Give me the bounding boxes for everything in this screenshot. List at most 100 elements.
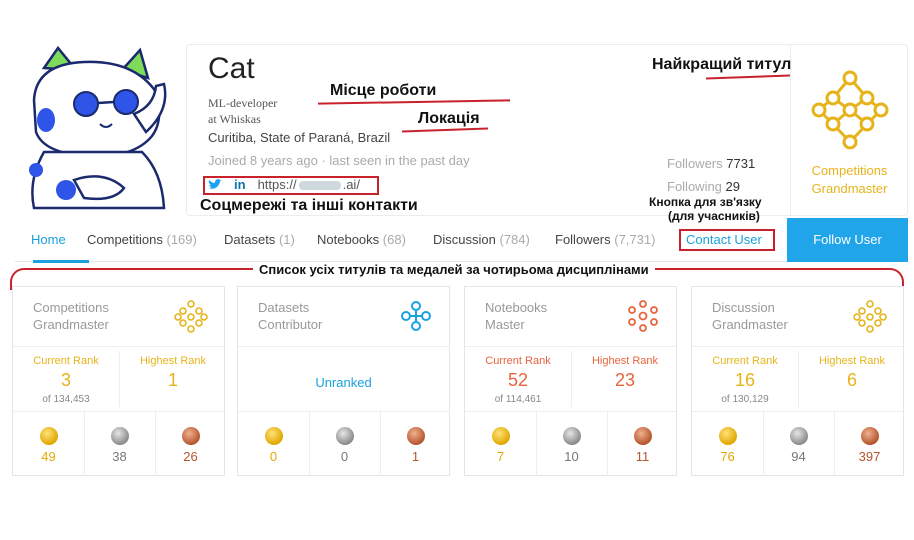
tab-datasets-count: (1): [278, 232, 295, 247]
card-title: Datasets Contributor: [258, 299, 322, 333]
bronze-medal-icon: [633, 427, 652, 445]
card-divider: [238, 346, 449, 347]
card-title-line1: Competitions: [33, 300, 109, 315]
tab-datasets[interactable]: Datasets (1): [224, 232, 295, 247]
tab-discussion-label: Discussion: [433, 232, 496, 247]
highest-rank-label: Highest Rank: [818, 355, 886, 367]
silver-medal-icon: [789, 427, 808, 445]
unranked-label: Unranked: [315, 375, 372, 390]
medal-row: 7 10 11: [465, 412, 676, 476]
tab-followers[interactable]: Followers (7,731): [555, 232, 655, 247]
tab-competitions[interactable]: Competitions (169): [87, 232, 197, 247]
gold-count: 7: [496, 449, 505, 464]
annotation-best-title: Найкращий титул: [652, 56, 792, 73]
bronze-medal-icon: [406, 427, 425, 445]
card-title-line1: Datasets: [258, 300, 310, 315]
joined-info: Joined 8 years ago · last seen in the pa…: [208, 153, 470, 168]
profile-screenshot: Cat ML-developer at Whiskas Curitiba, St…: [0, 0, 914, 540]
silver-medals: 38: [84, 412, 155, 476]
highest-rank: Highest Rank 1: [120, 355, 226, 391]
silver-count: 0: [340, 449, 349, 464]
current-rank: Current Rank 52 of 114,461: [465, 355, 571, 405]
best-title-panel: Competitions Grandmaster: [790, 44, 908, 216]
silver-count: 94: [791, 449, 806, 464]
tab-followers-label: Followers: [555, 232, 611, 247]
annotation-social-box: [203, 176, 379, 195]
current-rank-value: 52: [507, 370, 529, 390]
silver-medal-icon: [562, 427, 581, 445]
tab-home-label: Home: [31, 232, 66, 247]
tab-notebooks[interactable]: Notebooks (68): [317, 232, 406, 247]
highest-rank-label: Highest Rank: [591, 355, 659, 367]
highest-rank-value: 6: [846, 370, 857, 390]
medal-row: 76 94 397: [692, 412, 903, 476]
medal-row: 49 38 26: [13, 412, 224, 476]
annotation-contact-line1: Кнопка для зв'язку: [649, 195, 762, 209]
bronze-count: 1: [411, 449, 420, 464]
card-title-line2: Contributor: [258, 317, 323, 332]
annotation-contact-box: [679, 229, 775, 251]
highest-rank: Highest Rank 6: [799, 355, 905, 391]
card-title-line1: Discussion: [712, 300, 775, 315]
bronze-count: 26: [183, 449, 198, 464]
silver-count: 10: [564, 449, 579, 464]
discussion-card[interactable]: Discussion Grandmaster Current Rank 16 of…: [691, 286, 904, 476]
current-rank: Current Rank 16 of 130,129: [692, 355, 798, 405]
current-rank-total: of 130,129: [721, 394, 769, 405]
gold-medals: 0: [238, 412, 309, 476]
tab-discussion[interactable]: Discussion (784): [433, 232, 530, 247]
annotation-medals: Список усіх титулів та медалей за чотирь…: [253, 262, 655, 277]
followers-label: Followers: [667, 156, 723, 171]
gold-medal-icon: [718, 427, 737, 445]
workplace-company: at Whiskas: [208, 112, 261, 126]
competitions-card[interactable]: Competitions Grandmaster Current Rank 3 o…: [12, 286, 225, 476]
bronze-medals: 1: [380, 412, 451, 476]
highest-rank-label: Highest Rank: [139, 355, 207, 367]
profile-name: Cat: [208, 52, 255, 85]
card-title: Notebooks Master: [485, 299, 547, 333]
active-tab-indicator: [33, 260, 89, 263]
gold-medals: 7: [465, 412, 536, 476]
gold-count: 0: [269, 449, 278, 464]
bronze-medals: 26: [155, 412, 226, 476]
bronze-count: 11: [635, 449, 650, 464]
current-rank-total: of 134,453: [42, 394, 90, 405]
notebooks-master-icon: [628, 300, 658, 332]
card-divider: [465, 346, 676, 347]
bronze-medals: 11: [607, 412, 678, 476]
gold-medals: 49: [13, 412, 84, 476]
tab-notebooks-label: Notebooks: [317, 232, 380, 247]
annotation-socials: Соцмережі та інші контакти: [200, 197, 418, 214]
best-title-label: Competitions Grandmaster: [811, 163, 888, 196]
datasets-contributor-icon: [401, 301, 431, 331]
tab-datasets-label: Datasets: [224, 232, 276, 247]
tab-home[interactable]: Home: [31, 232, 66, 247]
card-title: Discussion Grandmaster: [712, 299, 788, 333]
silver-medal-icon: [110, 427, 129, 445]
grandmaster-icon: [811, 70, 889, 150]
follow-user-button[interactable]: Follow User: [787, 218, 908, 262]
followers-stat[interactable]: Followers 7731: [667, 156, 755, 171]
annotation-workplace: Місце роботи: [330, 82, 437, 99]
annotation-location: Локація: [418, 110, 480, 127]
tab-competitions-count: (169): [166, 232, 197, 247]
silver-medals: 0: [309, 412, 380, 476]
following-stat[interactable]: Following 29: [667, 179, 740, 194]
current-rank-total: of 114,461: [494, 394, 542, 405]
gold-medal-icon: [491, 427, 510, 445]
tab-competitions-label: Competitions: [87, 232, 163, 247]
notebooks-card[interactable]: Notebooks Master Current Rank 52 of 114,4…: [464, 286, 677, 476]
card-title-line2: Master: [485, 317, 525, 332]
card-title: Competitions Grandmaster: [33, 299, 109, 333]
following-label: Following: [667, 179, 722, 194]
bronze-medal-icon: [860, 427, 879, 445]
current-rank-value: 16: [734, 370, 756, 390]
bronze-medals: 397: [834, 412, 905, 476]
gold-medal-icon: [39, 427, 58, 445]
highest-rank-value: 23: [614, 370, 636, 390]
current-rank: Current Rank 3 of 134,453: [13, 355, 119, 405]
bronze-medal-icon: [181, 427, 200, 445]
current-rank-label: Current Rank: [33, 355, 99, 367]
datasets-card[interactable]: Datasets Contributor Unranked 0 0 1: [237, 286, 450, 476]
highest-rank: Highest Rank 23: [572, 355, 678, 391]
